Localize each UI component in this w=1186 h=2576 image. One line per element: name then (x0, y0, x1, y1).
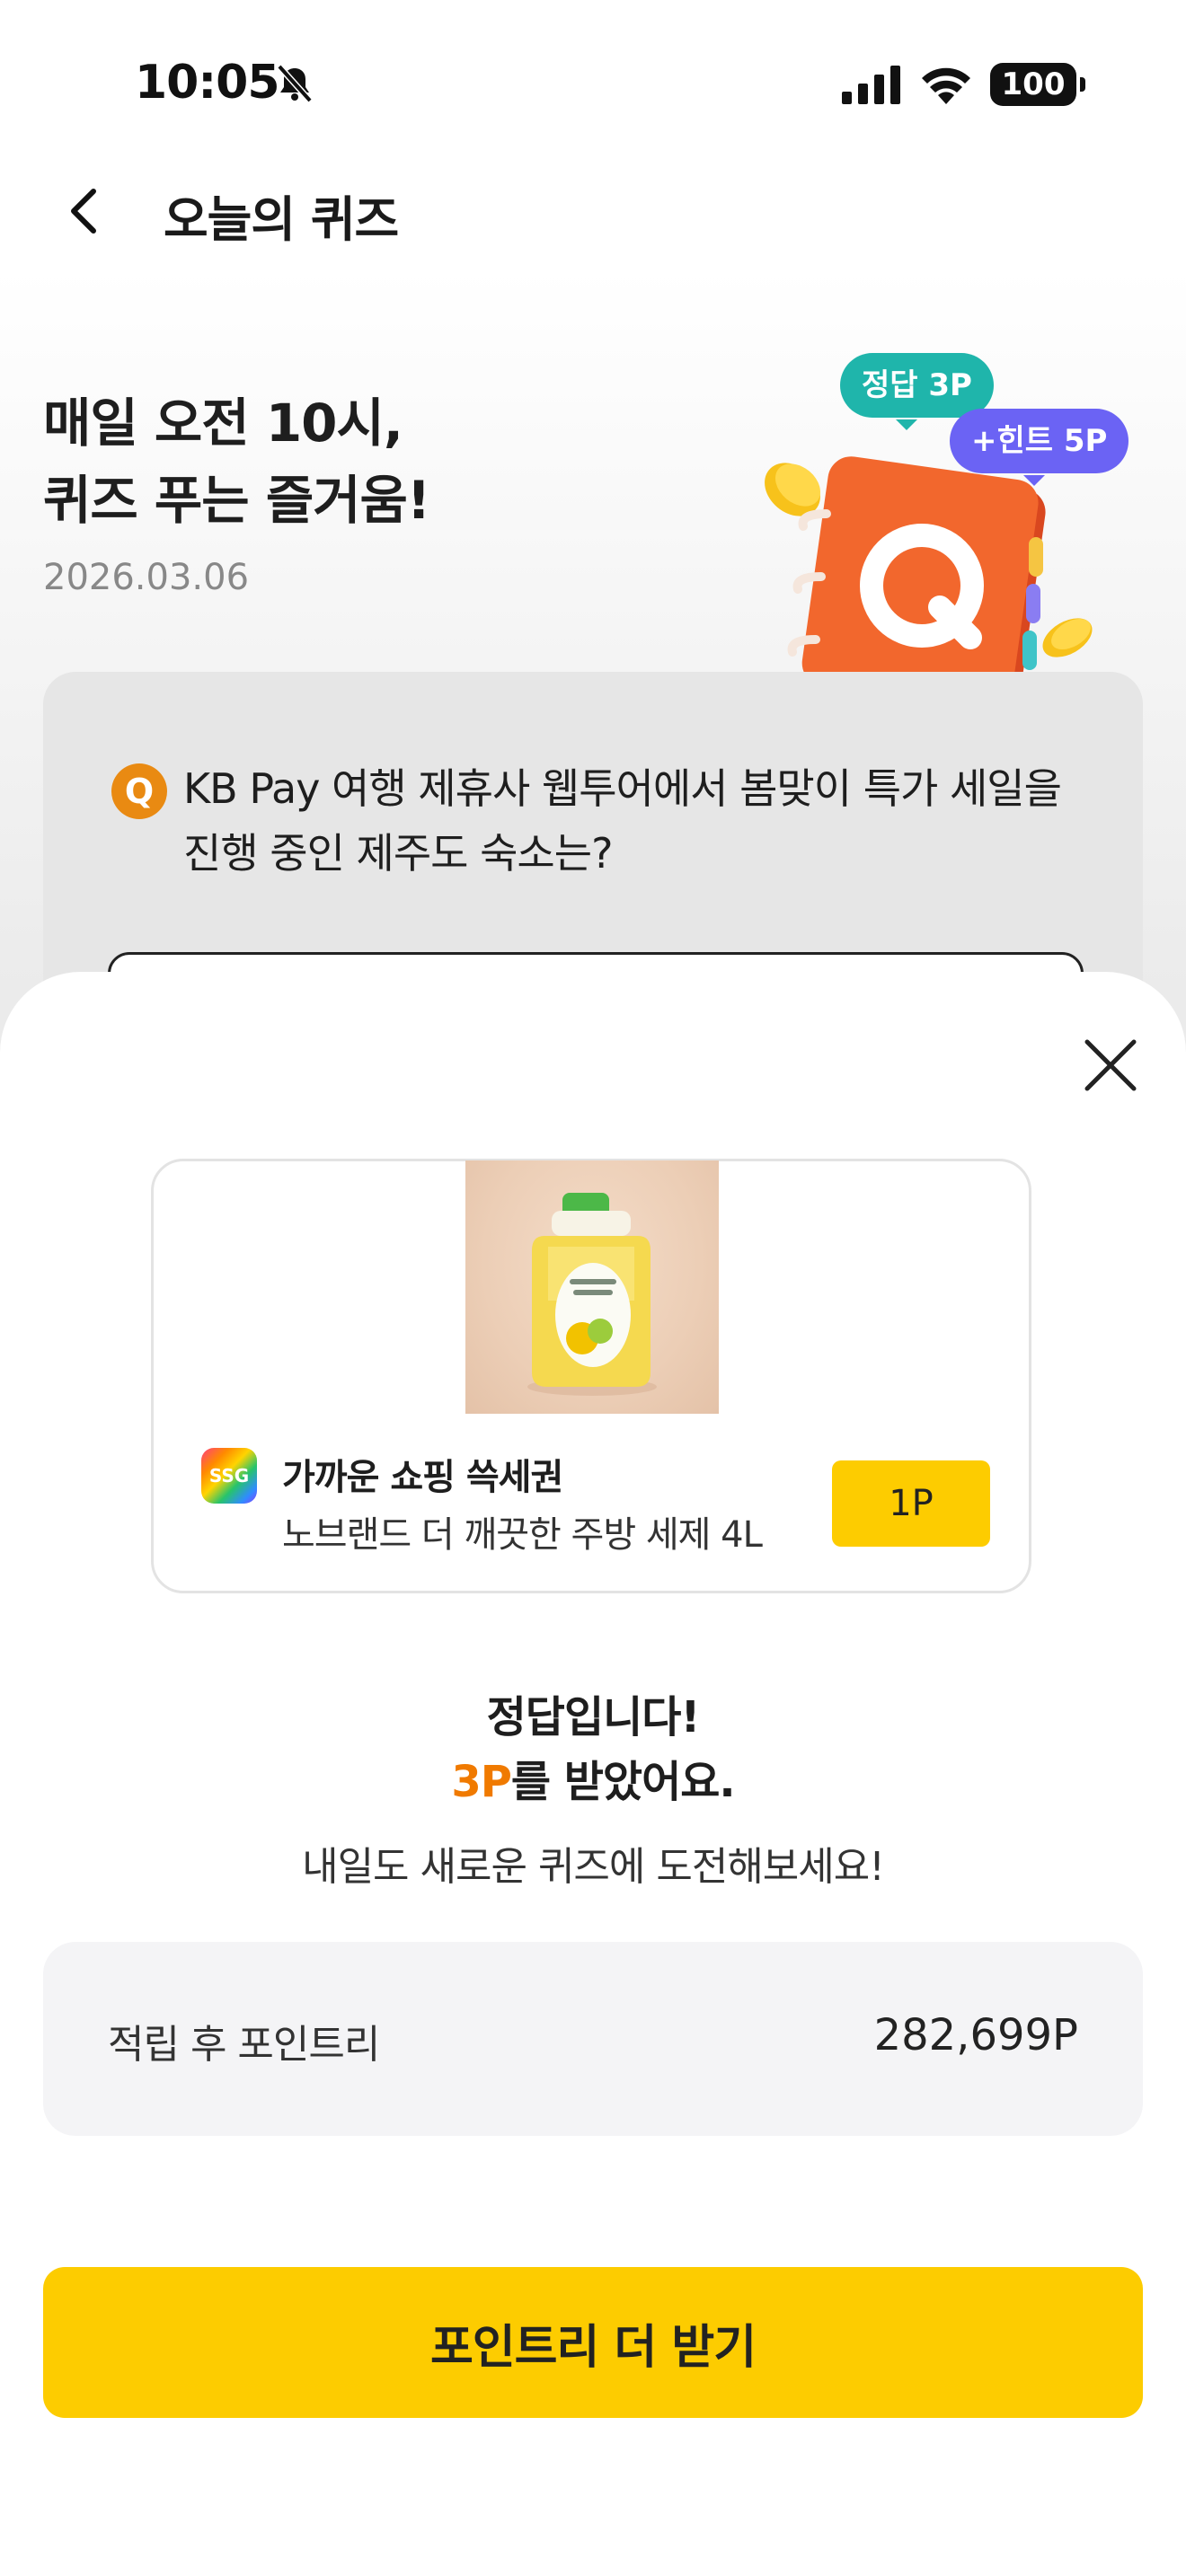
result-title: 정답입니다! (486, 1692, 701, 1742)
price-badge[interactable]: 1P (832, 1460, 990, 1547)
earned-points-suffix: 를 받았어요. (510, 1757, 736, 1807)
page-title: 오늘의 퀴즈 (164, 191, 399, 248)
product-name: 노브랜드 더 깨끗한 주방 세제 4L (282, 1514, 763, 1556)
product-image (465, 1160, 719, 1414)
bell-slash-icon (277, 64, 313, 103)
status-time: 10:05 (135, 56, 280, 110)
get-more-points-button[interactable]: 포인트리 더 받기 (43, 2267, 1143, 2418)
quiz-date: 2026.03.06 (43, 557, 250, 598)
quiz-question: KB Pay 여행 제휴사 웹투어에서 봄맞이 특가 세일을 진행 중인 제주도… (183, 764, 1062, 878)
question-badge: Q (111, 763, 167, 819)
hero-title: 매일 오전 10시, 퀴즈 푸는 즐거움! (43, 393, 430, 531)
wifi-icon (922, 67, 970, 104)
earned-points: 3P (451, 1757, 512, 1807)
chevron-left-icon[interactable] (63, 184, 108, 238)
close-icon[interactable] (1078, 1033, 1143, 1098)
hint-points-bubble: +힌트 5P (950, 409, 1129, 486)
result-subtitle: 내일도 새로운 퀴즈에 도전해보세요! (302, 1844, 885, 1890)
battery-indicator: 100 (990, 63, 1085, 106)
ssg-logo: SSG (201, 1448, 257, 1504)
result-points-message: 3P를 받았어요. (0, 1746, 1186, 1809)
signal-icon (842, 66, 900, 104)
points-value: 282,699P (873, 2010, 1078, 2060)
points-label: 적립 후 포인트리 (108, 2022, 380, 2068)
product-brand: 가까운 쇼핑 쓱세권 (282, 1457, 563, 1498)
correct-points-bubble: 정답 3P (840, 353, 994, 430)
